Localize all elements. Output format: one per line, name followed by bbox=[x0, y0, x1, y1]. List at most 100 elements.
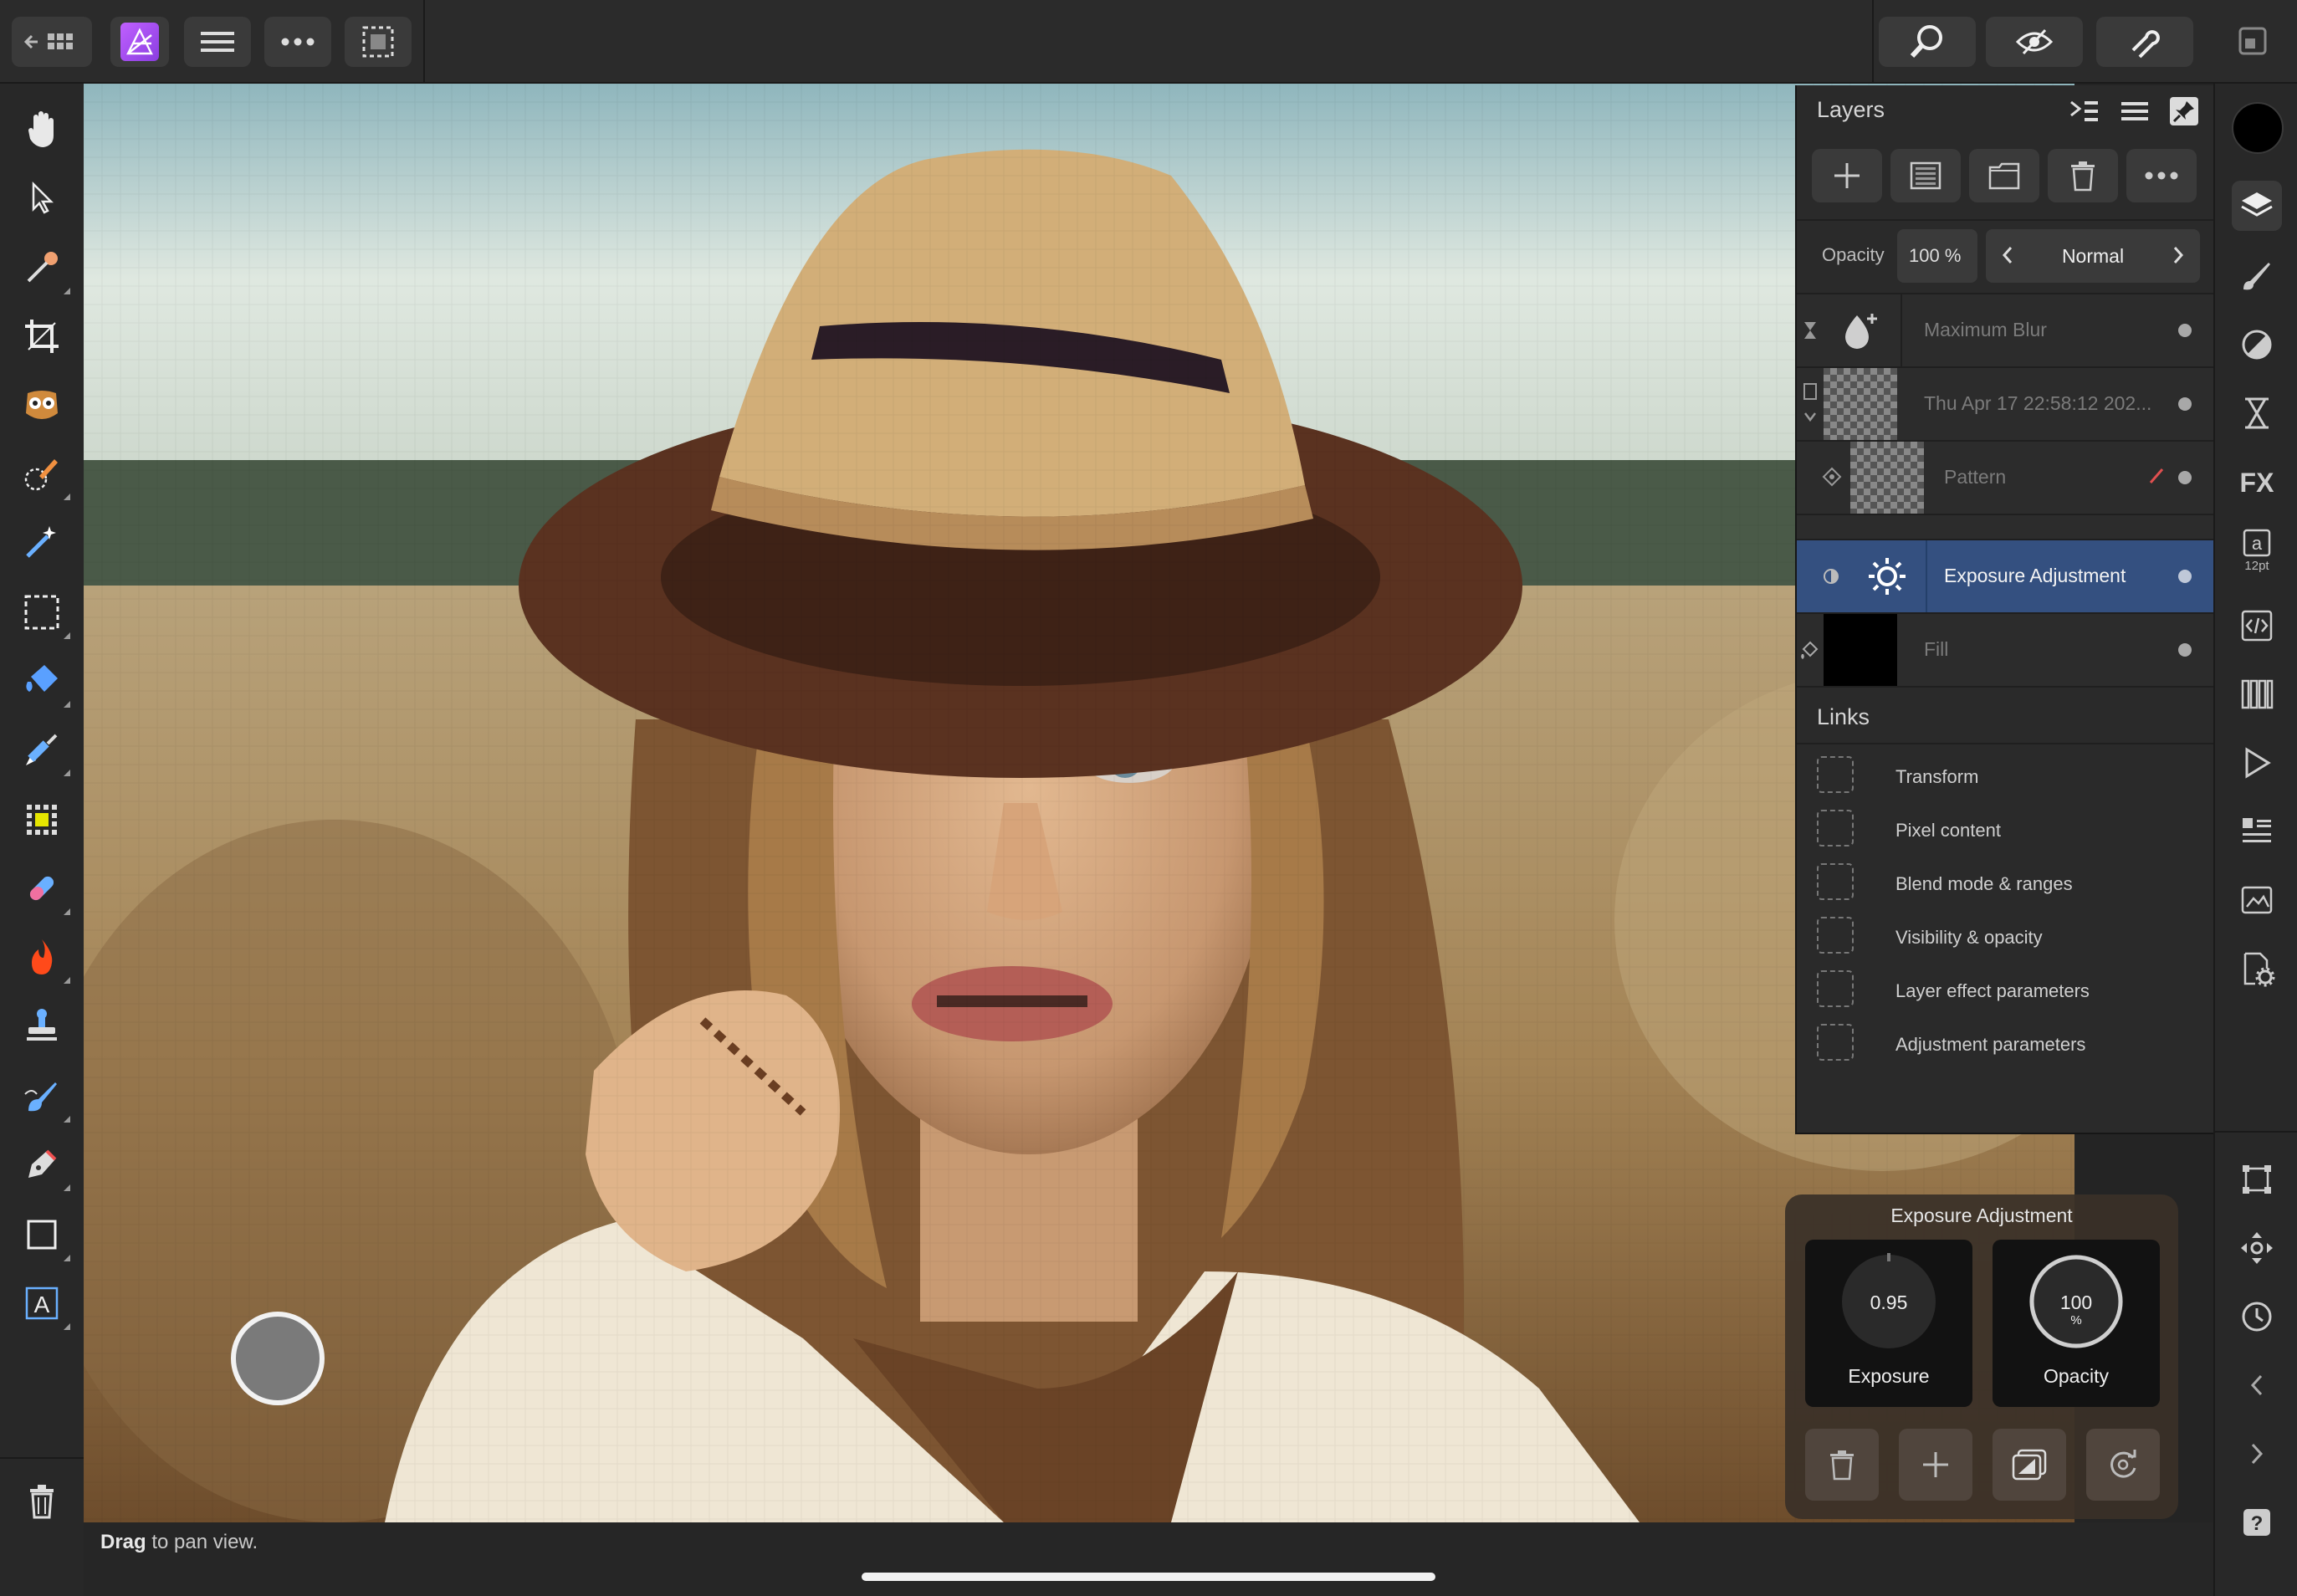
layer-visibility-toggle[interactable] bbox=[2178, 643, 2192, 657]
text-tool-button[interactable]: A bbox=[17, 1278, 70, 1330]
text-frame-icon: A bbox=[25, 1287, 59, 1320]
channels-studio-button[interactable] bbox=[2232, 669, 2282, 719]
layer-row-pixel[interactable]: Thu Apr 17 22:58:12 202... bbox=[1797, 366, 2215, 440]
hand-tool-button[interactable] bbox=[17, 104, 67, 154]
snapping-button[interactable] bbox=[2096, 17, 2193, 67]
link-checkbox[interactable] bbox=[1817, 863, 1854, 900]
flood-fill-tool-button[interactable] bbox=[17, 656, 70, 708]
delete-button[interactable] bbox=[17, 1476, 67, 1526]
transform-icon bbox=[2243, 1165, 2271, 1194]
primary-color-swatch[interactable] bbox=[2232, 102, 2284, 154]
move-studio-button[interactable] bbox=[2232, 1223, 2282, 1273]
adjustments-studio-button[interactable] bbox=[2232, 320, 2282, 370]
color-picker-tool-button[interactable] bbox=[17, 243, 70, 294]
pixel-tool-button[interactable] bbox=[17, 795, 67, 845]
navigator-studio-button[interactable] bbox=[2232, 875, 2282, 925]
hud-mask-button[interactable] bbox=[1993, 1429, 2066, 1501]
layers-options-button[interactable] bbox=[2069, 99, 2100, 124]
selection-brush-tool-button[interactable] bbox=[17, 448, 70, 500]
zoom-button[interactable] bbox=[1879, 17, 1976, 67]
live-filter-thumbnail bbox=[1824, 294, 1897, 366]
add-layer-button[interactable] bbox=[1812, 149, 1882, 202]
opacity-dial-value: 100 bbox=[2059, 1292, 2093, 1313]
layers-menu-button[interactable] bbox=[2121, 99, 2148, 124]
layer-visibility-toggle[interactable] bbox=[2178, 324, 2192, 337]
link-checkbox[interactable] bbox=[1817, 917, 1854, 954]
status-hint-text: to pan view. bbox=[146, 1531, 258, 1553]
layers-studio-button[interactable] bbox=[2232, 181, 2282, 231]
hud-delete-button[interactable] bbox=[1805, 1429, 1879, 1501]
opacity-field[interactable]: 100 % bbox=[1897, 229, 1977, 283]
history-clock-button[interactable] bbox=[2232, 1292, 2282, 1342]
owl-icon bbox=[26, 391, 58, 419]
opacity-dial-card[interactable]: 100 % Opacity bbox=[1993, 1240, 2160, 1407]
redo-button[interactable] bbox=[2232, 1429, 2282, 1479]
expand-chevron-icon[interactable] bbox=[1802, 381, 1819, 427]
layer-row-maximum-blur[interactable]: Maximum Blur bbox=[1797, 293, 2215, 366]
photo-persona-button[interactable] bbox=[110, 17, 169, 67]
more-button[interactable] bbox=[264, 17, 331, 67]
link-checkbox[interactable] bbox=[1817, 970, 1854, 1007]
layer-row-fill[interactable]: Fill bbox=[1797, 612, 2215, 686]
undo-button[interactable] bbox=[2232, 1360, 2282, 1410]
text-studio-button[interactable]: a 12pt bbox=[2232, 525, 2282, 575]
help-button[interactable]: ? bbox=[2232, 1497, 2282, 1547]
exposure-dial-card[interactable]: 0.95 Exposure bbox=[1805, 1240, 1972, 1407]
burn-tool-button[interactable] bbox=[17, 932, 70, 984]
blur-drop-icon bbox=[1845, 314, 1877, 349]
link-checkbox[interactable] bbox=[1817, 756, 1854, 793]
move-tool-button[interactable] bbox=[17, 172, 67, 223]
layer-visibility-toggle[interactable] bbox=[2178, 570, 2192, 583]
document-canvas[interactable] bbox=[84, 84, 2074, 1522]
paint-brush-tool-button[interactable] bbox=[17, 724, 70, 776]
live-filters-studio-button[interactable] bbox=[2232, 388, 2282, 438]
document-gear-icon bbox=[2243, 952, 2275, 987]
pen-tool-button[interactable] bbox=[17, 1139, 70, 1191]
home-indicator[interactable] bbox=[862, 1573, 1435, 1581]
pin-panel-button[interactable] bbox=[2170, 97, 2198, 125]
window-button[interactable] bbox=[2238, 27, 2267, 55]
group-layers-button[interactable] bbox=[1969, 149, 2039, 202]
smudge-tool-button[interactable] bbox=[17, 1071, 70, 1123]
history-studio-button[interactable] bbox=[2232, 806, 2282, 857]
channels-icon bbox=[2241, 679, 2274, 709]
delete-layer-button[interactable] bbox=[2048, 149, 2118, 202]
add-mask-button[interactable] bbox=[1890, 149, 1961, 202]
marquee-tool-button[interactable] bbox=[17, 587, 70, 639]
layer-row-exposure-adjustment[interactable]: Exposure Adjustment bbox=[1797, 539, 2215, 612]
rectangle-tool-button[interactable] bbox=[17, 1210, 70, 1261]
view-quality-button[interactable] bbox=[1986, 17, 2083, 67]
hud-reset-button[interactable] bbox=[2086, 1429, 2160, 1501]
menu-button[interactable] bbox=[184, 17, 251, 67]
smudge-icon bbox=[24, 1082, 57, 1112]
pan-touch-button[interactable] bbox=[231, 1312, 325, 1405]
selection-button[interactable] bbox=[345, 17, 412, 67]
crop-tool-button[interactable] bbox=[17, 311, 67, 361]
more-icon bbox=[2145, 171, 2178, 180]
clone-tool-button[interactable] bbox=[17, 1000, 67, 1051]
next-blend-mode-icon[interactable] bbox=[2172, 245, 2185, 265]
settings-studio-button[interactable] bbox=[2232, 944, 2282, 994]
brushes-studio-button[interactable] bbox=[2232, 251, 2282, 301]
window-icon bbox=[2238, 27, 2267, 55]
adjustment-mask-icon bbox=[2012, 1449, 2047, 1481]
layer-visibility-toggle[interactable] bbox=[2178, 471, 2192, 484]
hud-title: Exposure Adjustment bbox=[1890, 1205, 2073, 1226]
link-checkbox[interactable] bbox=[1817, 1024, 1854, 1061]
layer-more-button[interactable] bbox=[2126, 149, 2197, 202]
snippets-studio-button[interactable] bbox=[2232, 601, 2282, 651]
hud-add-button[interactable] bbox=[1899, 1429, 1972, 1501]
layer-visibility-toggle[interactable] bbox=[2178, 397, 2192, 411]
chevron-right-icon bbox=[2251, 1443, 2264, 1465]
red-eye-tool-button[interactable] bbox=[17, 380, 67, 430]
effects-studio-button[interactable]: FX bbox=[2232, 457, 2282, 507]
blend-mode-selector[interactable]: Normal bbox=[1986, 229, 2200, 283]
link-checkbox[interactable] bbox=[1817, 810, 1854, 847]
macro-studio-button[interactable] bbox=[2232, 738, 2282, 788]
transform-studio-button[interactable] bbox=[2232, 1154, 2282, 1205]
flood-select-tool-button[interactable] bbox=[17, 517, 67, 567]
healing-tool-button[interactable] bbox=[17, 863, 70, 915]
marquee-icon bbox=[24, 595, 59, 630]
back-to-gallery-button[interactable] bbox=[12, 17, 92, 67]
layer-row-pattern[interactable]: Pattern bbox=[1797, 440, 2215, 514]
